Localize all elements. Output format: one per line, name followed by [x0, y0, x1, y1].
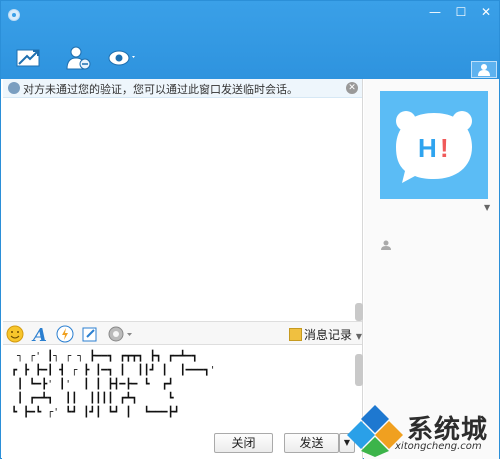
app-menu-icon[interactable]	[108, 45, 136, 71]
profile-toggle-icon[interactable]	[471, 61, 497, 78]
avatar[interactable]: H !	[380, 91, 488, 199]
input-line: ┐ ┌' ┃┐ ┌ ┐ ┣━━┓ ┏┳┳┓ ┣┓ ┏━┻━┓	[11, 351, 198, 362]
message-input[interactable]: ┐ ┌' ┃┐ ┌ ┐ ┣━━┓ ┏┳┳┓ ┣┓ ┏━┻━┓ ┏ ┣ ┣━┃ ┫ …	[3, 346, 351, 431]
maximize-button[interactable]: ☐	[449, 3, 473, 21]
font-icon[interactable]: A	[31, 325, 49, 346]
input-line: ┏ ┣ ┣━┃ ┫ ┌ ┣ ┃━┓ ┃ ┃┃┛ ┃ ┃━━━┓'	[11, 365, 216, 376]
chevron-down-icon: ▼	[355, 332, 362, 341]
title-bar[interactable]: — ☐ ✕	[1, 1, 499, 79]
history-icon	[289, 328, 302, 341]
input-line: ┗ ┣━┗ ┌' ┗┛ ┃┛┃ ┗┛ ┃ ┗━━━┣┛	[11, 407, 180, 418]
minimize-button[interactable]: —	[423, 3, 447, 21]
watermark: 系统城 xitongcheng.com	[347, 401, 500, 459]
app-logo-icon	[8, 9, 20, 21]
input-line: ┃ ┗━┣' ┃' ┃ ┃ ┣┫━┣━ ┗ ┏┛	[11, 379, 174, 390]
notice-close-icon[interactable]: ✕	[346, 82, 358, 94]
avatar-menu-arrow-icon[interactable]: ▼	[484, 203, 490, 212]
message-history-button[interactable]: 消息记录 ▼	[289, 326, 362, 343]
close-window-button[interactable]: ✕	[474, 3, 498, 21]
watermark-url: xitongcheng.com	[395, 441, 482, 452]
screenshot-icon[interactable]	[81, 325, 99, 343]
input-scroll-thumb[interactable]	[355, 354, 363, 386]
message-scroll-thumb[interactable]	[355, 303, 363, 321]
close-button[interactable]: 关闭	[214, 433, 273, 453]
message-history-area[interactable]	[3, 99, 351, 319]
chat-window: — ☐ ✕ 对方未通过您的验证，您可以通过此窗口发送临时会话。 ✕ A 消息记录…	[0, 0, 500, 459]
message-scrollbar[interactable]	[354, 99, 364, 321]
info-icon	[8, 82, 20, 94]
svg-text:!: !	[440, 133, 449, 163]
send-button[interactable]: 发送	[284, 433, 339, 453]
input-text: ┐ ┌' ┃┐ ┌ ┐ ┣━━┓ ┏┳┳┓ ┣┓ ┏━┻━┓ ┏ ┣ ┣━┃ ┫ …	[11, 350, 216, 420]
svg-text:A: A	[31, 325, 47, 343]
button-bar: 关闭 发送 ▼	[3, 431, 362, 457]
user-icon	[381, 239, 391, 250]
history-label: 消息记录	[304, 328, 353, 342]
shake-icon[interactable]	[56, 325, 74, 343]
input-line: ┃ ┏━┻┓ ┃┃ ┃┃┃┃ ┏┻┓ ┗	[11, 393, 174, 404]
verification-notice: 对方未通过您的验证，您可以通过此窗口发送临时会话。 ✕	[3, 79, 362, 98]
contact-icon[interactable]	[65, 45, 93, 71]
emoji-icon[interactable]	[6, 325, 24, 343]
edit-toolbar: A 消息记录 ▼	[3, 321, 362, 346]
chat-pane: 对方未通过您的验证，您可以通过此窗口发送临时会话。 ✕ A 消息记录 ▼ ┐ ┌…	[2, 79, 363, 459]
settings-icon[interactable]	[107, 325, 132, 343]
notice-text: 对方未通过您的验证，您可以通过此窗口发送临时会话。	[23, 83, 298, 96]
send-file-icon[interactable]	[15, 45, 43, 71]
svg-text:H: H	[418, 133, 437, 163]
